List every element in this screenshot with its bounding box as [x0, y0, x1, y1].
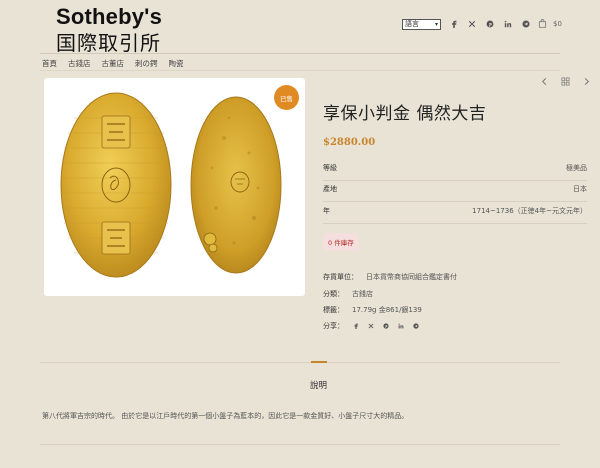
section-divider — [40, 444, 560, 445]
facebook-icon[interactable] — [445, 20, 463, 29]
share-linkedin-icon[interactable] — [393, 322, 408, 330]
tags-row: 標籤： 17.79g 金861/銀139 — [323, 305, 422, 315]
product-price: $2880.00 — [323, 137, 376, 148]
tab-active-indicator — [311, 361, 327, 363]
sold-badge: 已售 — [274, 85, 299, 110]
tag-link[interactable]: 17.79g 金861/銀139 — [352, 305, 422, 315]
linkedin-icon[interactable] — [499, 20, 517, 29]
stock-badge: 0 件庫存 — [323, 233, 359, 251]
telegram-icon[interactable] — [517, 20, 535, 29]
category-link[interactable]: 古錢店 — [352, 289, 373, 299]
logo-chinese[interactable]: 国際取引所 — [56, 27, 161, 56]
attribute-label: 等級 — [323, 164, 337, 172]
share-facebook-icon[interactable] — [348, 322, 363, 330]
sku-value: 日本貨幣商協同組合鑑定書付 — [366, 273, 457, 281]
chevron-down-icon: ▾ — [434, 20, 438, 28]
attribute-value: 1714~1736（正徳4年~元文元年） — [472, 207, 587, 215]
tags-label: 標籤： — [323, 306, 344, 314]
category-row: 分類： 古錢店 — [323, 289, 373, 299]
product-image — [60, 92, 282, 278]
attribute-value: 日本 — [573, 185, 587, 193]
header-tools: 語言 ▾ — [402, 17, 535, 31]
grid-view-icon[interactable] — [561, 77, 570, 86]
share-telegram-icon[interactable] — [408, 322, 423, 330]
coin-back — [190, 96, 282, 274]
language-value: 語言 — [405, 19, 419, 28]
share-pinterest-icon[interactable] — [378, 322, 393, 330]
shopping-bag-icon — [538, 19, 547, 28]
header-divider — [40, 53, 560, 54]
attribute-label: 年 — [323, 207, 330, 215]
sku-label: 存貨單位： — [323, 273, 358, 281]
share-row: 分享： — [323, 321, 423, 331]
cart-total: $0 — [553, 19, 562, 28]
attribute-label: 產地 — [323, 185, 337, 193]
product-description: 第八代將軍吉宗的時代。 由於它是以江戶時代的第一個小盤子為藍本的，因此它是一款金… — [42, 412, 409, 420]
attribute-row-year: 年 1714~1736（正徳4年~元文元年） — [323, 206, 587, 224]
share-x-twitter-icon[interactable] — [363, 322, 378, 330]
category-label: 分類： — [323, 290, 344, 298]
cart[interactable]: $0 — [538, 19, 562, 28]
product-image-card[interactable] — [44, 78, 305, 296]
previous-product-icon[interactable] — [540, 77, 549, 86]
language-select[interactable]: 語言 ▾ — [402, 18, 441, 30]
attribute-row-origin: 產地 日本 — [323, 184, 587, 202]
pinterest-icon[interactable] — [481, 20, 499, 29]
next-product-icon[interactable] — [582, 77, 591, 86]
tab-description[interactable]: 說明 — [310, 379, 327, 391]
x-twitter-icon[interactable] — [463, 20, 481, 29]
sku-row: 存貨單位： 日本貨幣商協同組合鑑定書付 — [323, 272, 457, 282]
product-pager — [540, 77, 591, 86]
attribute-row-grade: 等級 極美品 — [323, 163, 587, 181]
nav-divider — [40, 70, 560, 71]
attribute-value: 極美品 — [566, 164, 587, 172]
product-title: 享保小判金 偶然大吉 — [323, 104, 487, 124]
share-label: 分享： — [323, 322, 344, 330]
tab-divider — [40, 362, 560, 363]
